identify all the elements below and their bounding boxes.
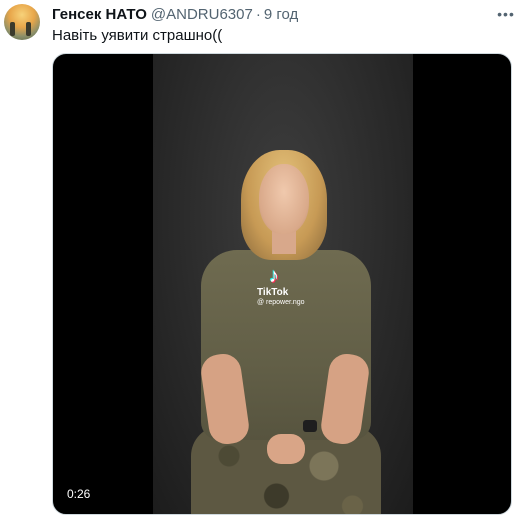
video-subject-watch bbox=[303, 420, 317, 432]
video-subject-face bbox=[259, 164, 309, 234]
author-handle[interactable]: @ANDRU6307 bbox=[151, 6, 253, 23]
author-name[interactable]: Генсек НАТО bbox=[52, 6, 147, 23]
avatar-figure bbox=[10, 22, 15, 36]
video-duration: 0:26 bbox=[63, 486, 95, 502]
more-options-button[interactable]: ••• bbox=[496, 4, 516, 24]
tweet-header: Генсек НАТО @ANDRU6307 · 9 год bbox=[52, 6, 298, 24]
watermark-handle: @ repower.ngo bbox=[257, 299, 305, 306]
tweet: Генсек НАТО @ANDRU6307 · 9 год ••• Навіт… bbox=[0, 0, 528, 517]
video-subject-hands bbox=[267, 434, 305, 464]
tiktok-logo-icon: ♪ bbox=[269, 265, 279, 287]
video-frame: ♪ TikTok @ repower.ngo bbox=[153, 54, 413, 514]
avatar[interactable] bbox=[4, 4, 40, 40]
tiktok-watermark: ♪ TikTok @ repower.ngo bbox=[257, 266, 305, 306]
tweet-text: Навіть уявити страшно(( bbox=[52, 27, 223, 44]
video-player[interactable]: ♪ TikTok @ repower.ngo 0:26 bbox=[52, 53, 512, 515]
more-horizontal-icon: ••• bbox=[497, 6, 515, 22]
timestamp[interactable]: 9 год bbox=[264, 6, 298, 23]
separator: · bbox=[255, 6, 261, 23]
avatar-figure bbox=[26, 22, 31, 36]
watermark-brand: TikTok bbox=[257, 287, 289, 298]
